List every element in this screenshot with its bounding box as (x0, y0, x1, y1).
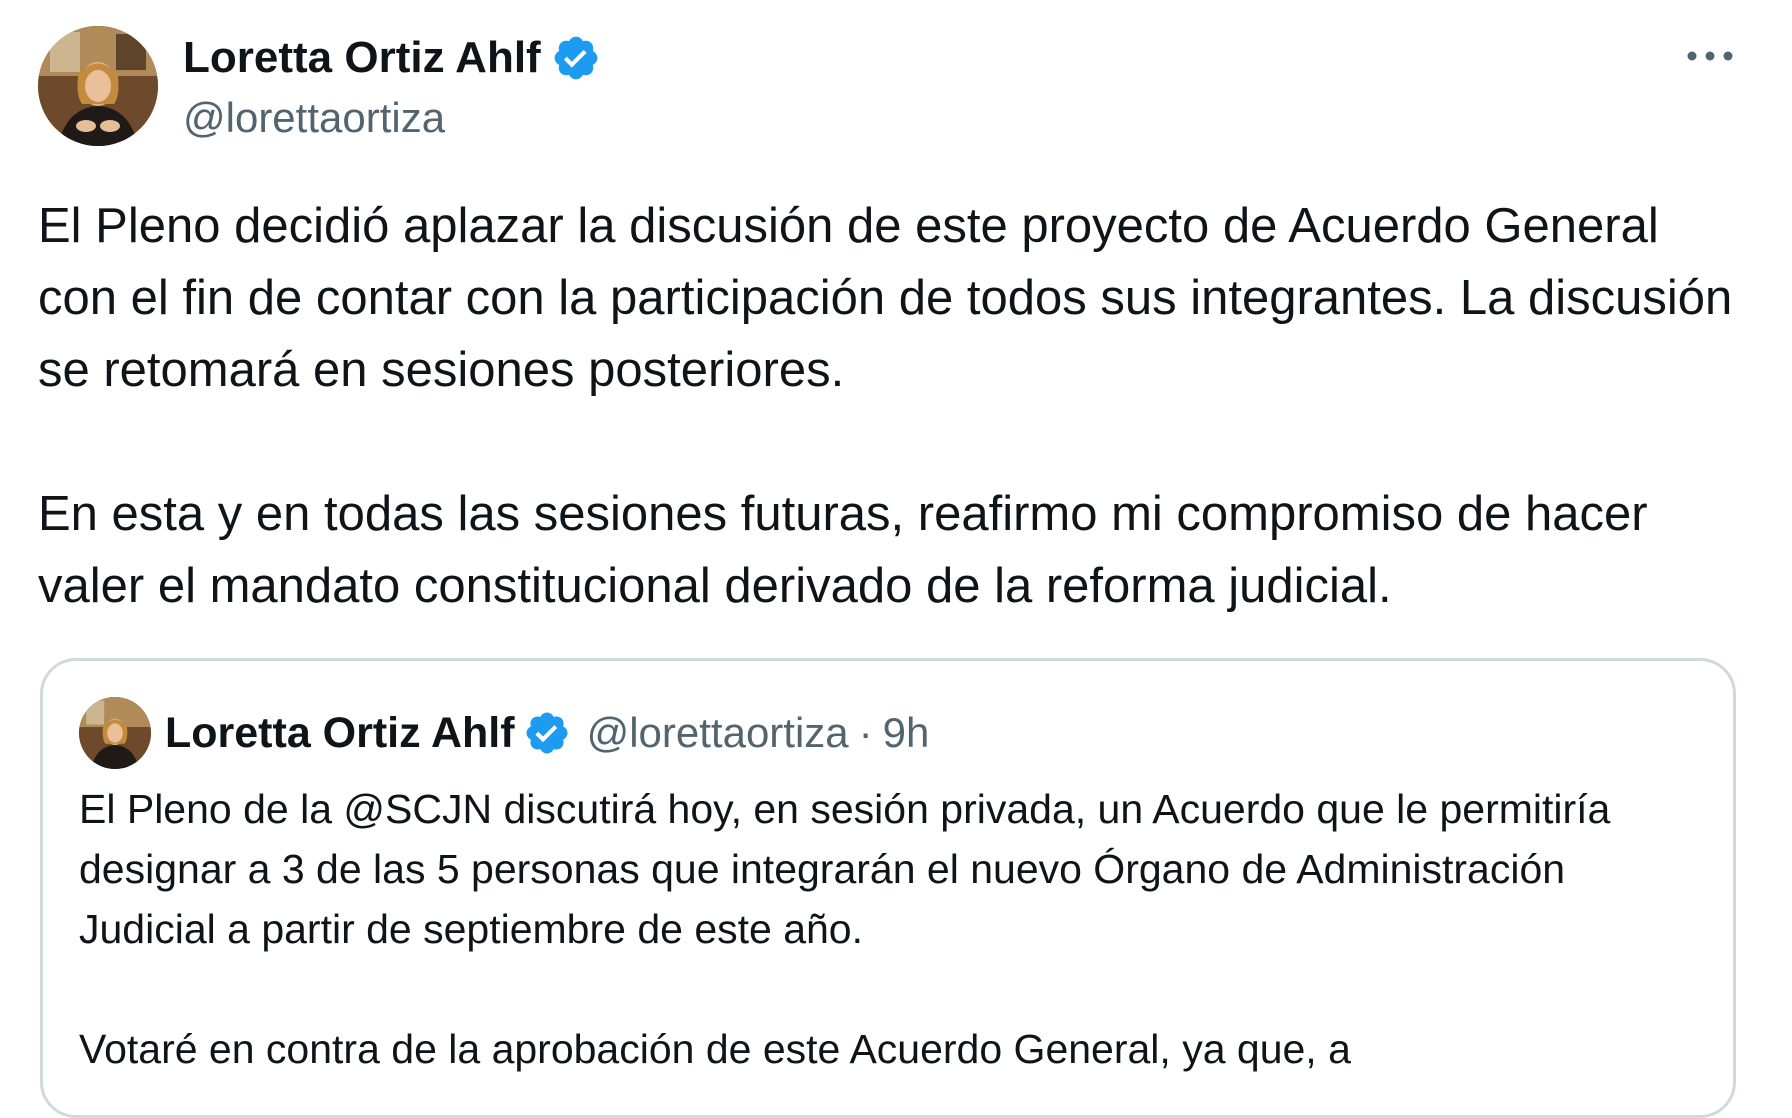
quoted-meta: @lorettaortiza · 9h (587, 709, 930, 757)
author-name[interactable]: Loretta Ortiz Ahlf (183, 30, 541, 86)
more-options-button[interactable] (1680, 36, 1740, 76)
quoted-tweet-header: Loretta Ortiz Ahlf @lorettaortiza · 9h (79, 697, 929, 769)
author-avatar[interactable] (38, 26, 158, 146)
quoted-tweet-card[interactable]: Loretta Ortiz Ahlf @lorettaortiza · 9h E… (40, 658, 1736, 1118)
quoted-paragraph: Votaré en contra de la aprobación de est… (79, 1026, 1351, 1072)
tweet-paragraph: El Pleno decidió aplazar la discusión de… (38, 199, 1733, 397)
quoted-timestamp[interactable]: 9h (883, 709, 930, 757)
verified-badge-icon (551, 33, 601, 83)
meta-separator: · (858, 709, 873, 756)
tweet-text: El Pleno decidió aplazar la discusión de… (38, 190, 1738, 622)
avatar-photo (79, 697, 151, 769)
tweet: Loretta Ortiz Ahlf @lorettaortiza El Ple… (0, 0, 1792, 1118)
author-handle[interactable]: @lorettaortiza (183, 90, 445, 146)
avatar-photo (38, 26, 158, 146)
author-name-row[interactable]: Loretta Ortiz Ahlf (183, 30, 601, 86)
verified-badge-icon (523, 709, 571, 757)
more-options-icon (1687, 51, 1733, 61)
quoted-paragraph: El Pleno de la @SCJN discutirá hoy, en s… (79, 786, 1611, 952)
quoted-author-handle[interactable]: @lorettaortiza (587, 709, 849, 757)
tweet-paragraph: En esta y en todas las sesiones futuras,… (38, 487, 1648, 613)
quoted-author-name[interactable]: Loretta Ortiz Ahlf (165, 709, 515, 758)
quoted-tweet-text: El Pleno de la @SCJN discutirá hoy, en s… (79, 779, 1699, 1079)
quoted-author-avatar[interactable] (79, 697, 151, 769)
